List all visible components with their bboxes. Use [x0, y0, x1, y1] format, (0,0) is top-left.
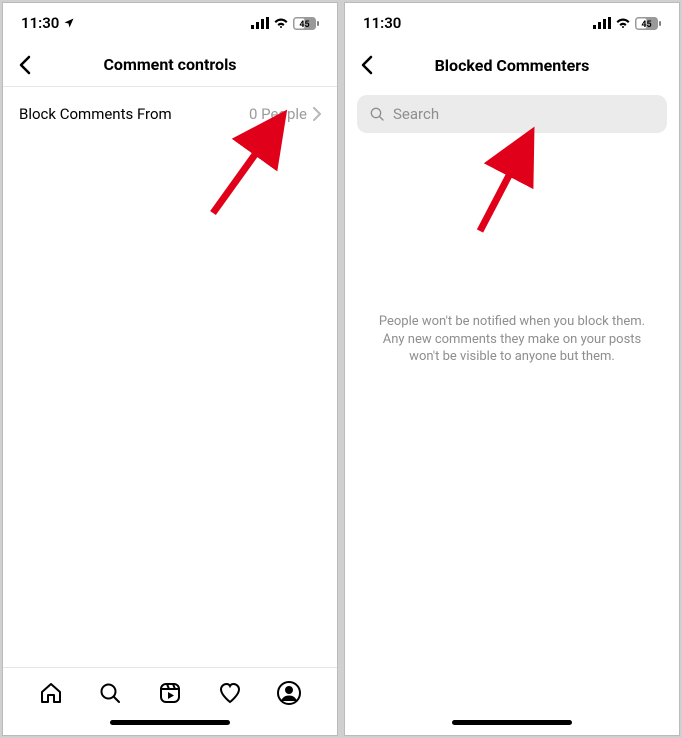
- nav-activity[interactable]: [210, 681, 250, 705]
- status-left: 11:30: [21, 14, 75, 32]
- status-right: 45: [251, 17, 319, 30]
- row-block-comments-from[interactable]: Block Comments From 0 People: [3, 87, 337, 141]
- battery-icon: 45: [293, 17, 319, 30]
- search-icon: [98, 681, 122, 705]
- page-title: Comment controls: [3, 55, 337, 74]
- status-left: 11:30: [363, 14, 401, 32]
- cellular-icon: [251, 17, 269, 29]
- search-placeholder: Search: [393, 105, 439, 123]
- profile-icon: [277, 681, 301, 705]
- row-value: 0 People: [249, 105, 307, 123]
- search-icon: [369, 106, 385, 122]
- phone-comment-controls: 11:30 45 Comment controls Block Comments…: [2, 2, 338, 736]
- chevron-left-icon: [360, 55, 374, 75]
- heart-icon: [218, 681, 242, 705]
- cellular-icon: [593, 17, 611, 29]
- status-right: 45: [593, 17, 661, 30]
- home-indicator[interactable]: [345, 717, 679, 735]
- wifi-icon: [615, 17, 631, 29]
- status-time: 11:30: [363, 14, 401, 32]
- info-text: People won't be notified when you block …: [345, 313, 679, 366]
- back-button[interactable]: [3, 43, 47, 87]
- nav-profile[interactable]: [269, 681, 309, 705]
- status-time: 11:30: [21, 14, 59, 32]
- header: Comment controls: [3, 43, 337, 87]
- home-indicator[interactable]: [3, 717, 337, 735]
- status-bar: 11:30 45: [3, 3, 337, 43]
- header: Blocked Commenters: [345, 43, 679, 87]
- svg-text:45: 45: [299, 20, 309, 30]
- status-bar: 11:30 45: [345, 3, 679, 43]
- annotation-arrow: [450, 121, 550, 241]
- search-input[interactable]: Search: [357, 95, 667, 133]
- chevron-right-icon: [313, 107, 321, 121]
- reels-icon: [158, 681, 182, 705]
- search-wrap: Search: [345, 87, 679, 133]
- nav-home[interactable]: [31, 681, 71, 705]
- chevron-left-icon: [18, 55, 32, 75]
- nav-reels[interactable]: [150, 681, 190, 705]
- phone-blocked-commenters: 11:30 45 Blocked Commenters Search Peopl…: [344, 2, 680, 736]
- battery-icon: 45: [635, 17, 661, 30]
- back-button[interactable]: [345, 43, 389, 87]
- wifi-icon: [273, 17, 289, 29]
- row-value-wrap: 0 People: [249, 105, 321, 123]
- row-label: Block Comments From: [19, 105, 172, 123]
- bottom-nav: [3, 667, 337, 717]
- home-icon: [39, 681, 63, 705]
- nav-search[interactable]: [90, 681, 130, 705]
- page-title: Blocked Commenters: [345, 56, 679, 75]
- location-icon: [63, 17, 75, 29]
- svg-text:45: 45: [641, 20, 651, 30]
